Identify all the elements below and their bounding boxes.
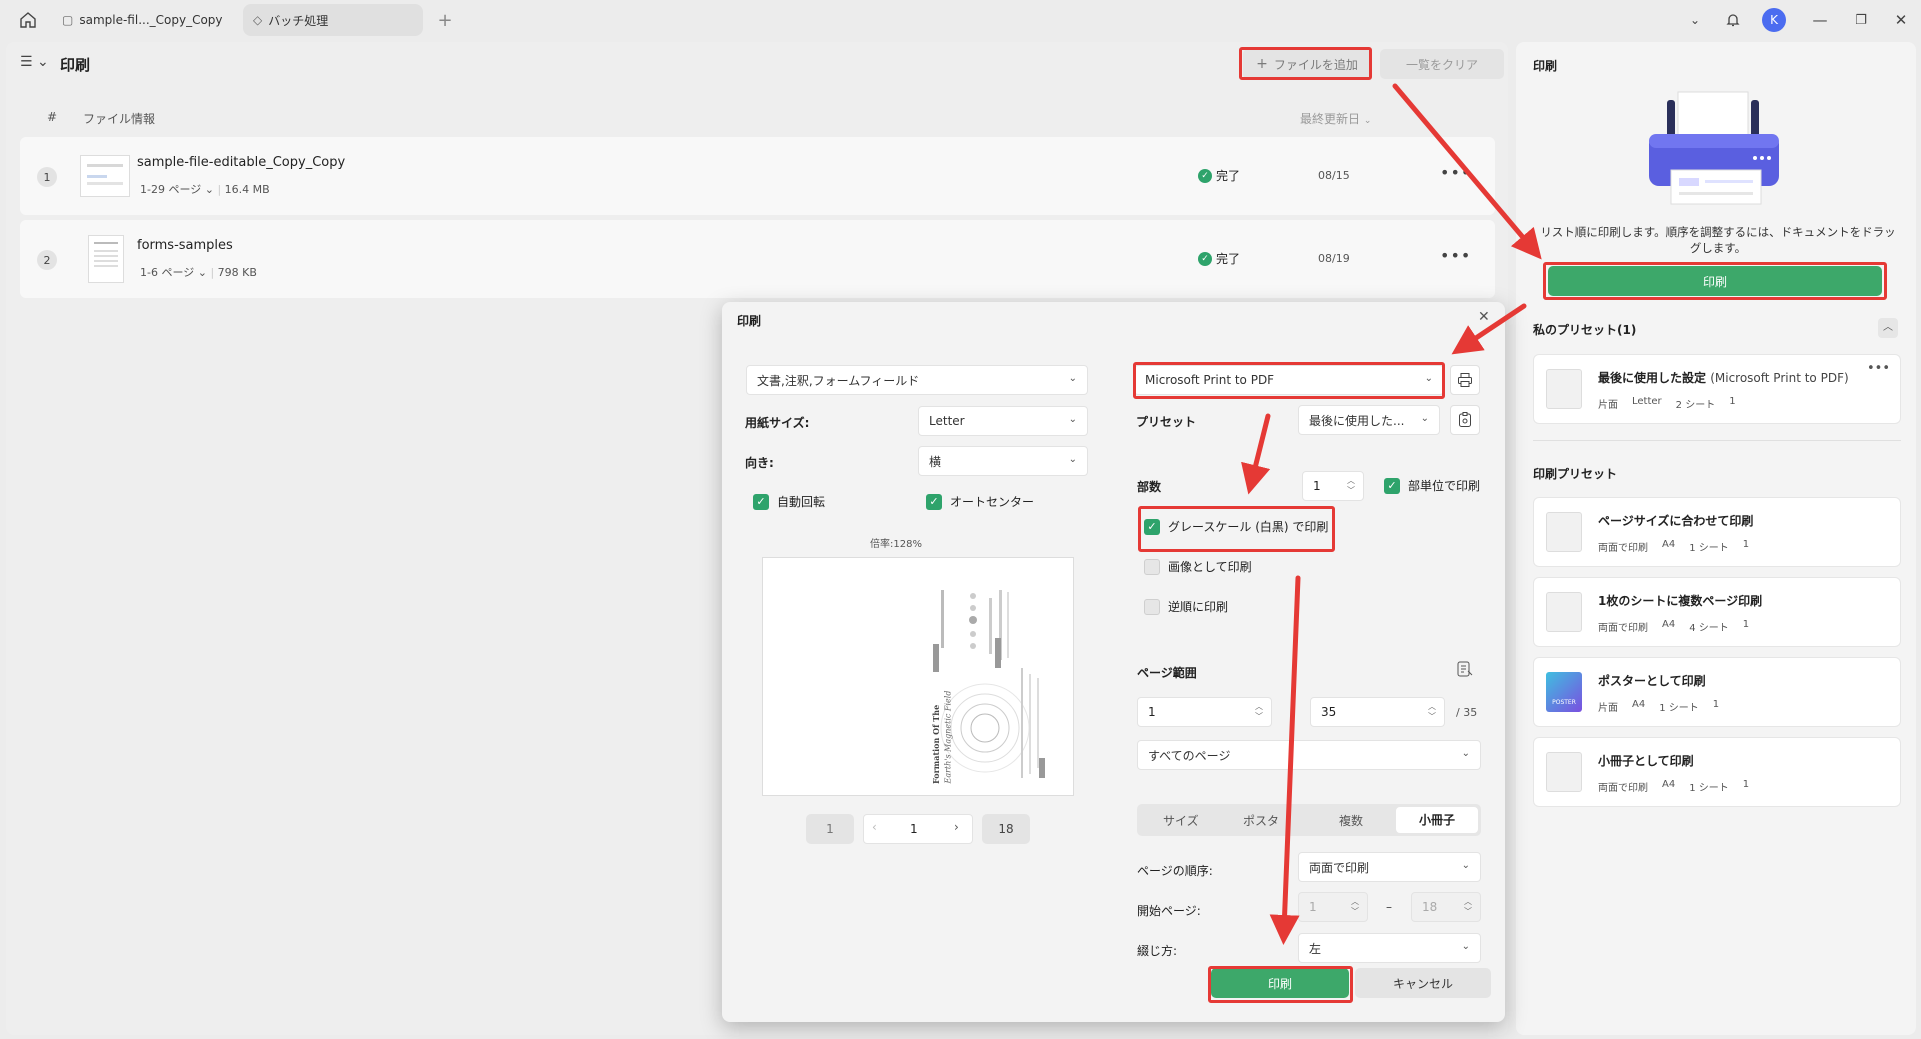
annotation-arrows xyxy=(1241,83,1542,945)
